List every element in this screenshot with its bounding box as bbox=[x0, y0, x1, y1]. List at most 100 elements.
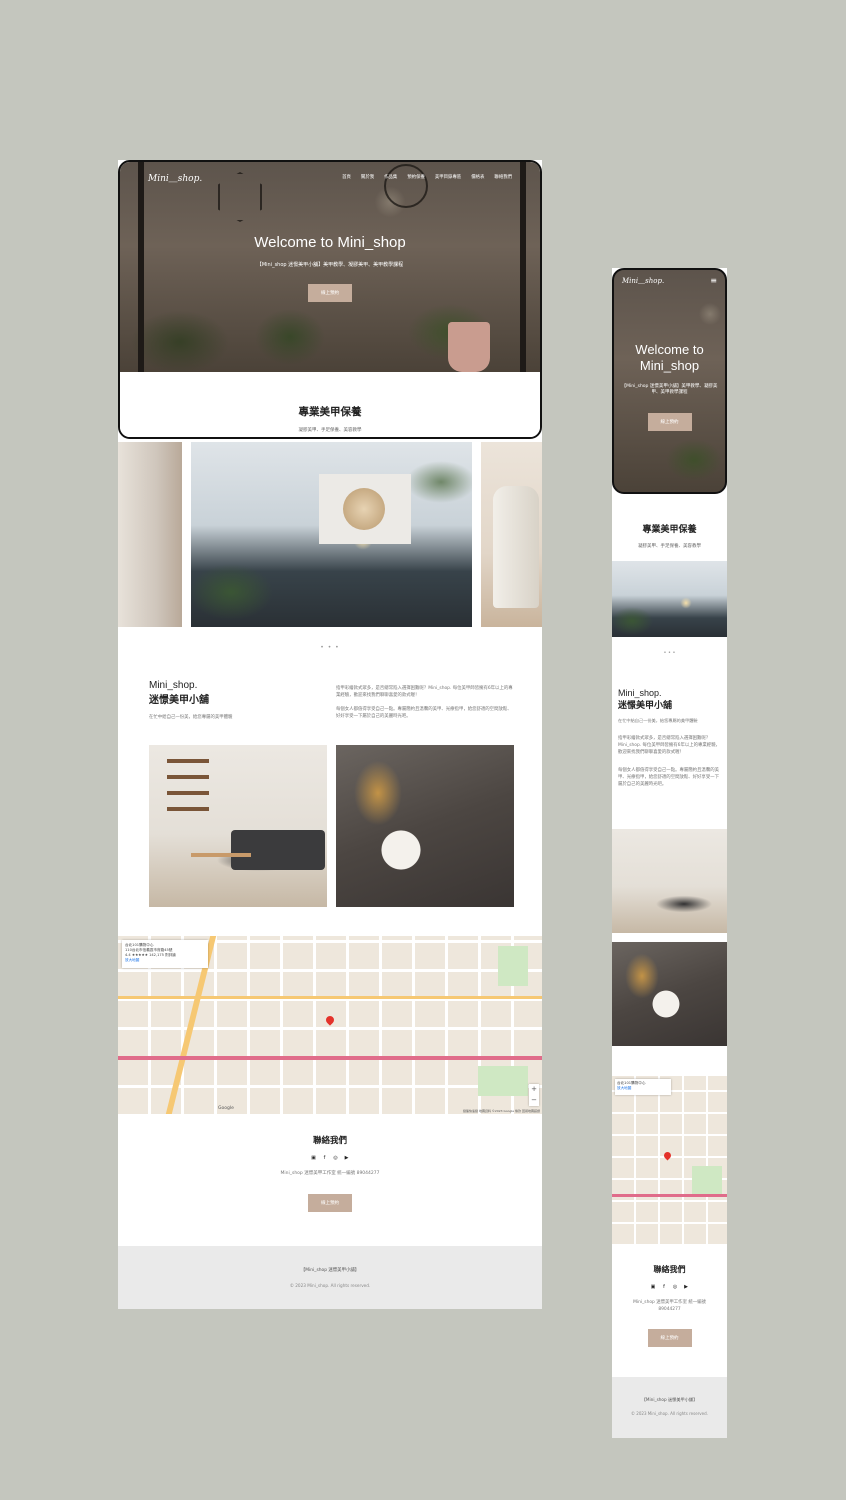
contact-address: Mini_shop 迷憬美甲工作室 統一編號 89044277 bbox=[280, 1171, 380, 1176]
hero-content: Welcome to Mini_shop 【Mini_shop 迷憬美甲小舖】美… bbox=[120, 234, 540, 302]
instagram-icon[interactable]: ◎ bbox=[333, 1155, 339, 1161]
mobile-about-section: Mini_shop. 迷憬美甲小舖 在忙中給自己一份美，給您專屬的美甲體驗 指甲… bbox=[618, 688, 722, 788]
hero-section: Mini＿shop. 首頁 關於我 作品集 預約保養 美甲目錄專區 價格表 聯絡… bbox=[118, 160, 542, 439]
slide-decor-vase bbox=[493, 486, 539, 608]
service-title: 專業美甲保養 bbox=[298, 406, 362, 418]
image-carousel[interactable] bbox=[118, 442, 542, 628]
nav-item-pricing[interactable]: 價格表 bbox=[471, 174, 484, 180]
map-park bbox=[498, 946, 528, 986]
mobile-footer-brand: 【Mini_shop 迷憬美甲小舖】 bbox=[641, 1397, 698, 1402]
contact-booking-button[interactable]: 線上預約 bbox=[308, 1194, 352, 1212]
nav-item-booking[interactable]: 預約保養 bbox=[407, 174, 425, 180]
studio-decor-desk bbox=[191, 853, 251, 857]
mobile-about-brand-name: Mini_shop. bbox=[618, 688, 662, 698]
footer-copyright: © 2023 Mini_shop. All rights reserved. bbox=[289, 1283, 371, 1288]
map-park bbox=[478, 1066, 528, 1096]
mobile-map-location-pin[interactable] bbox=[662, 1150, 673, 1161]
map-zoom-out-button[interactable]: − bbox=[529, 1095, 539, 1106]
mobile-image-carousel[interactable] bbox=[612, 561, 727, 637]
youtube-icon[interactable]: ▶ bbox=[344, 1155, 350, 1161]
studio-decor-sofa bbox=[231, 830, 325, 870]
mobile-coffee-photo bbox=[612, 942, 727, 1046]
nav-item-home[interactable]: 首頁 bbox=[342, 174, 351, 180]
mobile-hero-booking-button[interactable]: 線上預約 bbox=[647, 413, 692, 431]
mobile-hero-content: Welcome to Mini_shop 【Mini_shop 迷憬美甲小舖】美… bbox=[614, 342, 725, 431]
facebook-icon[interactable]: f bbox=[661, 1284, 667, 1290]
mobile-service-section: 專業美甲保養 凝膠美甲、手足保養、美容教學 bbox=[612, 522, 727, 549]
mobile-mockup: Mini＿shop. ≡ Welcome to Mini_shop 【Mini_… bbox=[612, 268, 727, 1438]
about-description: 指甲彩繪款式眾多，是否總常陷入選擇困難呢？Mini_shop. 每位美甲師皆擁有… bbox=[336, 685, 516, 720]
hero-subtitle: 【Mini_shop 迷憬美甲小舖】美甲教學、凝膠美甲、美甲教學課程 bbox=[256, 262, 404, 268]
map-info-card: 台北101購物中心 110台北市信義區市府路45號 4.4 ★★★★★ 142,… bbox=[122, 940, 208, 968]
nav-item-about[interactable]: 關於我 bbox=[361, 174, 374, 180]
mobile-hero-section: Mini＿shop. ≡ Welcome to Mini_shop 【Mini_… bbox=[612, 268, 727, 494]
nav-item-contact[interactable]: 聯絡我們 bbox=[494, 174, 512, 180]
mobile-site-logo[interactable]: Mini＿shop. bbox=[622, 276, 664, 286]
mobile-social-icons: ▣ f ◎ ▶ bbox=[612, 1284, 727, 1290]
mobile-footer-copyright: © 2023 Mini_shop. All rights reserved. bbox=[631, 1411, 708, 1416]
top-navigation: Mini＿shop. 首頁 關於我 作品集 預約保養 美甲目錄專區 價格表 聯絡… bbox=[120, 162, 540, 192]
contact-section: 聯絡我們 ▣ f ◎ ▶ Mini_shop 迷憬美甲工作室 統一編號 8904… bbox=[118, 1134, 542, 1212]
coffee-photo bbox=[336, 745, 514, 907]
mobile-contact-booking-button[interactable]: 線上預約 bbox=[647, 1329, 692, 1348]
carousel-slide-active[interactable] bbox=[191, 442, 472, 627]
facebook-icon[interactable]: f bbox=[322, 1155, 328, 1161]
map-larger-link[interactable]: 放大地圖 bbox=[125, 958, 205, 963]
mobile-about-paragraph-2: 每個女人都值得享受自己一點。專屬簡約且溫馨的美甲、光療指甲，給您舒適的空間放鬆、… bbox=[618, 768, 719, 788]
mobile-hero-subtitle: 【Mini_shop 迷憬美甲小舖】美甲教學、凝膠美甲、美甲教學課程 bbox=[621, 383, 718, 396]
site-footer: 【Mini_shop 迷憬美甲小舖】 © 2023 Mini_shop. All… bbox=[118, 1246, 542, 1309]
studio-decor-shelf bbox=[167, 759, 209, 819]
about-paragraph-2: 每個女人都值得享受自己一點。專屬簡約且溫馨的美甲、光療指甲，給您舒適的空間放鬆、… bbox=[336, 706, 512, 719]
mobile-carousel-dots[interactable]: • • • bbox=[612, 650, 727, 656]
mobile-contact-title: 聯絡我們 bbox=[653, 1265, 686, 1274]
mobile-about-tagline: 在忙中給自己一份美，給您專屬的美甲體驗 bbox=[618, 718, 698, 723]
site-logo[interactable]: Mini＿shop. bbox=[148, 171, 202, 184]
studio-photo bbox=[149, 745, 327, 907]
map-copyright: 鍵盤快速鍵 地圖資料 ©2023 Google 條款 回報地圖錯誤 bbox=[463, 1109, 540, 1113]
map-zoom-control: + − bbox=[529, 1084, 539, 1106]
mobile-studio-photo bbox=[612, 829, 727, 933]
mobile-map-larger-link[interactable]: 放大地圖 bbox=[617, 1086, 669, 1091]
carousel-slide-prev[interactable] bbox=[118, 442, 182, 627]
youtube-icon[interactable]: ▶ bbox=[683, 1284, 689, 1290]
service-section: 專業美甲保養 凝膠美甲、手足保養、美容教學 bbox=[120, 372, 540, 437]
hamburger-menu-icon[interactable]: ≡ bbox=[710, 277, 717, 285]
about-paragraph-1: 指甲彩繪款式眾多，是否總常陷入選擇困難呢？Mini_shop. 每位美甲師皆擁有… bbox=[336, 686, 513, 699]
map-road bbox=[612, 1194, 727, 1197]
hero-decor-pot bbox=[448, 322, 490, 372]
slide-decor-mirror bbox=[343, 488, 385, 530]
line-icon[interactable]: ▣ bbox=[650, 1284, 656, 1290]
google-map[interactable]: 台北101購物中心 110台北市信義區市府路45號 4.4 ★★★★★ 142,… bbox=[118, 936, 542, 1114]
nav-item-catalog[interactable]: 美甲目錄專區 bbox=[435, 174, 461, 180]
carousel-slide-next[interactable] bbox=[481, 442, 542, 627]
service-subtitle: 凝膠美甲、手足保養、美容教學 bbox=[298, 428, 362, 433]
footer-brand: 【Mini_shop 迷憬美甲小舖】 bbox=[300, 1268, 360, 1273]
contact-title: 聯絡我們 bbox=[312, 1136, 347, 1146]
mobile-contact-address: Mini_shop 迷憬美甲工作室 統一編號 89044277 bbox=[633, 1300, 706, 1312]
about-section: Mini_shop. 迷憬美甲小舖 在忙中給自己一份美，給您專屬的美甲體驗 指甲… bbox=[149, 680, 514, 720]
map-zoom-in-button[interactable]: + bbox=[529, 1084, 539, 1095]
hero-booking-button[interactable]: 線上預約 bbox=[308, 284, 352, 302]
map-road bbox=[118, 996, 542, 999]
map-park bbox=[692, 1166, 722, 1196]
mobile-service-title: 專業美甲保養 bbox=[642, 525, 697, 535]
mobile-top-navigation: Mini＿shop. ≡ bbox=[614, 270, 725, 292]
nav-item-portfolio[interactable]: 作品集 bbox=[384, 174, 397, 180]
mobile-google-map[interactable]: 台北101購物中心 放大地圖 bbox=[612, 1076, 727, 1244]
desktop-mockup: Mini＿shop. 首頁 關於我 作品集 預約保養 美甲目錄專區 價格表 聯絡… bbox=[118, 160, 542, 1309]
line-icon[interactable]: ▣ bbox=[311, 1155, 317, 1161]
mobile-contact-section: 聯絡我們 ▣ f ◎ ▶ Mini_shop 迷憬美甲工作室 統一編號 8904… bbox=[612, 1264, 727, 1348]
mobile-service-subtitle: 凝膠美甲、手足保養、美容教學 bbox=[638, 544, 701, 549]
mobile-about-paragraph-1: 指甲彩繪款式眾多，是否總常陷入選擇困難呢？Mini_shop. 每位美甲師皆擁有… bbox=[618, 736, 720, 756]
nav-links: 首頁 關於我 作品集 預約保養 美甲目錄專區 價格表 聯絡我們 bbox=[342, 174, 512, 180]
hero-title: Welcome to Mini_shop bbox=[254, 234, 406, 251]
social-icons: ▣ f ◎ ▶ bbox=[118, 1155, 542, 1161]
mobile-site-footer: 【Mini_shop 迷憬美甲小舖】 © 2023 Mini_shop. All… bbox=[612, 1377, 727, 1438]
mobile-hero-title: Welcome to Mini_shop bbox=[635, 342, 704, 374]
instagram-icon[interactable]: ◎ bbox=[672, 1284, 678, 1290]
map-location-pin[interactable] bbox=[324, 1014, 336, 1026]
map-road bbox=[118, 1056, 542, 1060]
mobile-about-brand-name-cn: 迷憬美甲小舖 bbox=[618, 701, 673, 711]
mobile-map-info-card: 台北101購物中心 放大地圖 bbox=[615, 1079, 671, 1095]
carousel-dots[interactable]: • • • bbox=[118, 644, 542, 651]
